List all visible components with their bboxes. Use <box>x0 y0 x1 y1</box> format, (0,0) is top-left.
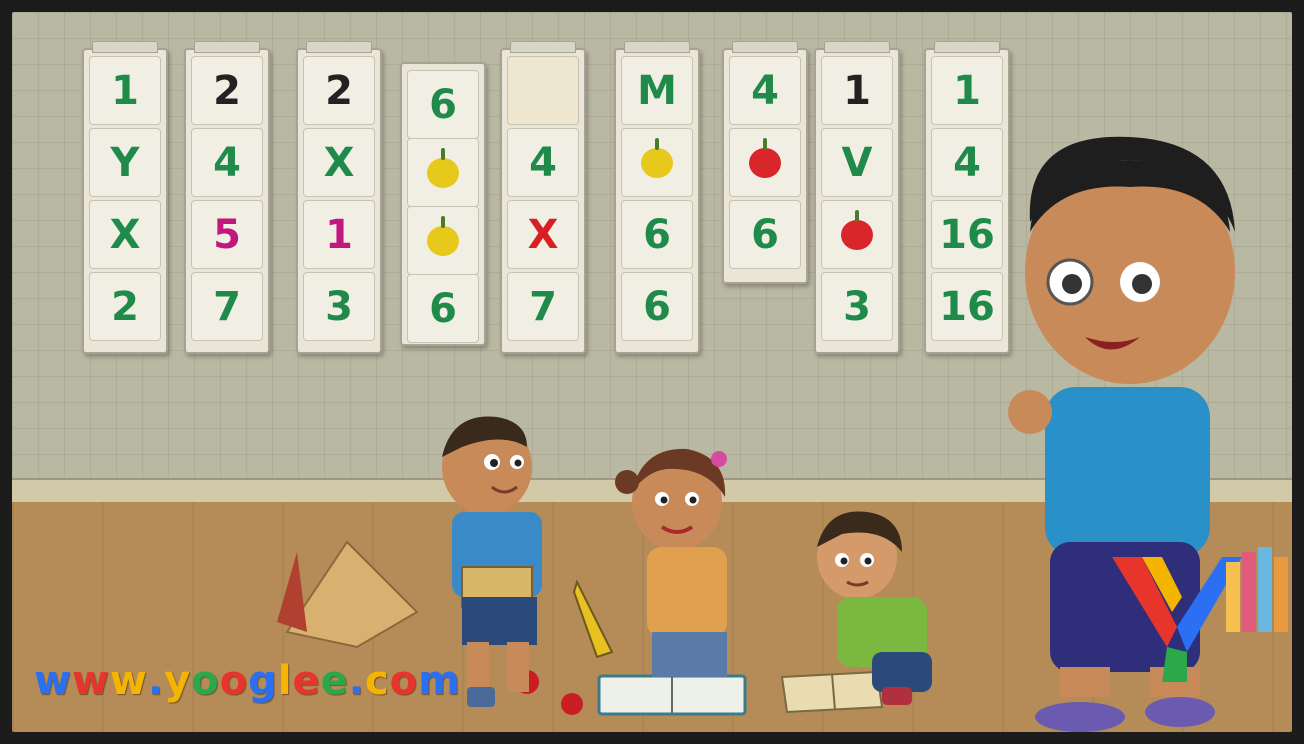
watermark-letter: o <box>389 658 419 704</box>
poster-cell: 16 <box>939 211 995 258</box>
poster-cell: 7 <box>213 283 241 330</box>
number-poster-9: 1 4 16 16 <box>924 41 1010 354</box>
poster-cell: 4 <box>529 139 557 186</box>
boy-crouching-reading <box>817 511 932 705</box>
number-poster-3: 2 X 1 3 <box>296 41 382 354</box>
classroom-scene: 1 Y X 2 2 4 5 7 2 X 1 3 6 6 4 X 7 M 6 6 … <box>12 12 1292 732</box>
yooglee-watermark: www.yooglee.com <box>34 658 461 704</box>
open-book-left <box>277 540 419 649</box>
poster-cell: 7 <box>529 283 557 330</box>
poster-cell: X <box>527 211 559 258</box>
number-poster-1: 1 Y X 2 <box>82 41 168 354</box>
lemon-icon <box>427 147 459 188</box>
poster-cell: 6 <box>751 211 779 258</box>
poster-cell: 6 <box>429 81 457 128</box>
number-poster-4: 6 6 <box>400 62 486 346</box>
watermark-letter: g <box>248 658 278 704</box>
poster-cell: 6 <box>643 211 671 258</box>
watermark-letter: w <box>109 658 148 704</box>
poster-cell: 6 <box>643 283 671 330</box>
poster-cell: 2 <box>213 67 241 114</box>
watermark-letter: . <box>147 658 165 704</box>
poster-cell: 1 <box>843 67 871 114</box>
watermark-letter: w <box>71 658 110 704</box>
watermark-letter: . <box>348 658 365 704</box>
number-poster-5: 4 X 7 <box>500 41 586 354</box>
watermark-letter: c <box>364 658 390 704</box>
number-poster-2: 2 4 5 7 <box>184 41 270 354</box>
poster-cell: X <box>323 139 355 186</box>
lemon-icon <box>427 215 459 256</box>
poster-cell: 4 <box>953 139 981 186</box>
poster-cell: M <box>637 67 677 114</box>
number-poster-8: 1 V 3 <box>814 41 900 354</box>
watermark-letter: e <box>320 658 349 704</box>
watermark-letter: l <box>277 658 293 704</box>
poster-cell: 2 <box>111 283 139 330</box>
watermark-letter: e <box>292 658 321 704</box>
watermark-letter: m <box>418 658 461 704</box>
poster-cell: 1 <box>325 211 353 258</box>
apple-icon <box>841 209 873 250</box>
watermark-letter: w <box>34 658 72 704</box>
watermark-letter: y <box>164 658 192 704</box>
watermark-letter: o <box>191 658 220 704</box>
poster-cell: 3 <box>325 283 353 330</box>
yooglee-logo-icon <box>1112 557 1242 682</box>
girl-with-hands-at-mouth <box>615 448 727 677</box>
number-poster-6: M 6 6 <box>614 41 700 354</box>
poster-cell: 3 <box>843 283 871 330</box>
poster-cell: 1 <box>953 67 981 114</box>
poster-cell: 6 <box>429 285 457 332</box>
poster-cell: 5 <box>213 211 241 258</box>
crayon-stack-icon <box>1226 547 1288 632</box>
poster-cell: 4 <box>751 67 779 114</box>
poster-cell: X <box>109 211 141 258</box>
image-frame: 1 Y X 2 2 4 5 7 2 X 1 3 6 6 4 X 7 M 6 6 … <box>0 0 1304 744</box>
poster-cell: 16 <box>939 283 995 330</box>
poster-cell: 2 <box>325 67 353 114</box>
apple-icon <box>749 137 781 178</box>
lemon-icon <box>641 137 673 178</box>
poster-cell: 1 <box>111 67 139 114</box>
number-poster-7: 4 6 <box>722 41 808 284</box>
watermark-letter: o <box>219 658 249 704</box>
poster-cell: Y <box>110 139 140 186</box>
poster-cell: 4 <box>213 139 241 186</box>
poster-cell: V <box>841 139 873 186</box>
open-book-center <box>597 674 747 716</box>
